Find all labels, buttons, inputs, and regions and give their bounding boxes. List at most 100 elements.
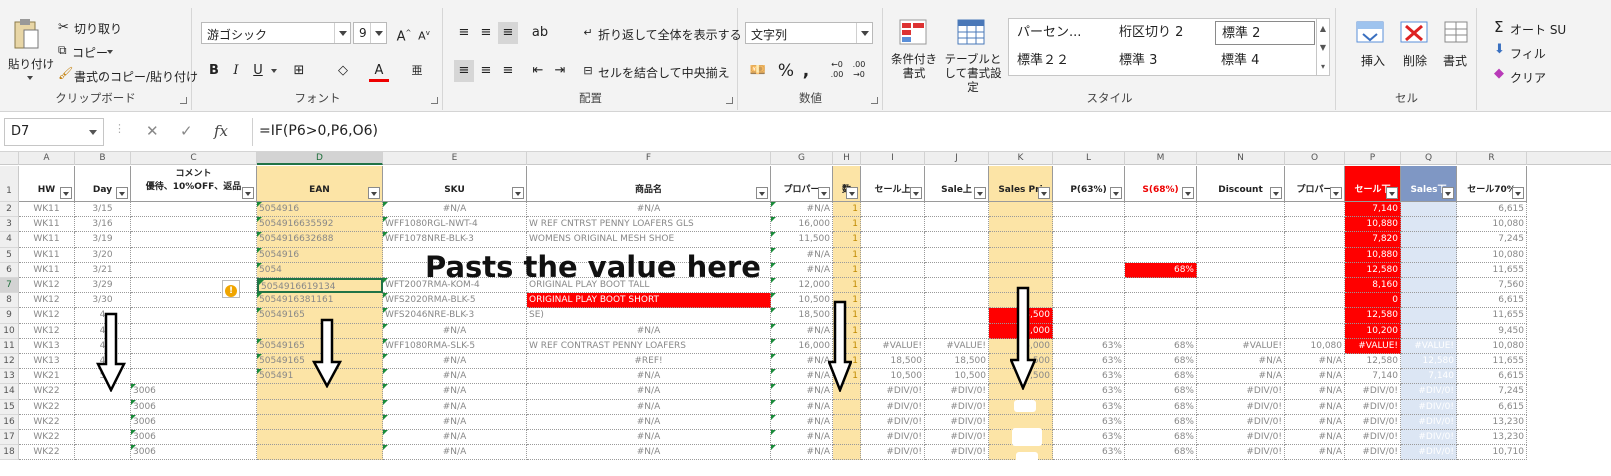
column-header-e[interactable]: E xyxy=(383,152,527,165)
copy-caret-icon[interactable] xyxy=(104,44,113,58)
align-top-icon[interactable]: ≡ xyxy=(454,22,474,44)
cell-c3[interactable] xyxy=(131,217,257,233)
cell-e9[interactable]: WFS2046NRE-BLK-3 xyxy=(383,308,527,324)
cell-p12[interactable]: 12,580 xyxy=(1345,354,1401,370)
filter-dropdown-icon[interactable] xyxy=(1182,187,1194,199)
font-launcher-icon[interactable] xyxy=(431,97,438,104)
cell-e12[interactable]: #N/A xyxy=(383,354,527,370)
cell-n3[interactable] xyxy=(1197,217,1285,233)
cell-j17[interactable]: #DIV/0! xyxy=(925,430,989,446)
cell-m18[interactable]: 68% xyxy=(1125,445,1197,461)
cell-r14[interactable]: 7,245 xyxy=(1457,384,1527,400)
cell-r6[interactable]: 11,655 xyxy=(1457,262,1527,278)
cell-r5[interactable]: 10,080 xyxy=(1457,247,1527,263)
cell-c12[interactable] xyxy=(131,354,257,370)
cell-r10[interactable]: 9,450 xyxy=(1457,323,1527,339)
cell-i16[interactable]: #DIV/0! xyxy=(861,414,925,430)
cell-o18[interactable]: #N/A xyxy=(1285,445,1345,461)
cell-d5[interactable]: 5054916 xyxy=(257,247,383,263)
column-header-l[interactable]: L xyxy=(1053,152,1125,165)
header-cell-i[interactable]: セール上 xyxy=(861,166,925,202)
cell-a15[interactable]: WK22 xyxy=(19,399,75,415)
cell-l3[interactable] xyxy=(1053,217,1125,233)
cell-i10[interactable] xyxy=(861,323,925,339)
cell-f9[interactable]: SE) xyxy=(527,308,771,324)
cell-r4[interactable]: 7,245 xyxy=(1457,232,1527,248)
cell-p16[interactable]: #DIV/0! xyxy=(1345,414,1401,430)
cell-p10[interactable]: 10,200 xyxy=(1345,323,1401,339)
cell-q4[interactable] xyxy=(1401,232,1457,248)
cell-g8[interactable]: 10,500 xyxy=(771,293,833,309)
row-header[interactable]: 17 xyxy=(0,430,19,446)
format-cells-icon[interactable] xyxy=(1441,18,1471,46)
cell-o16[interactable]: #N/A xyxy=(1285,414,1345,430)
cell-j3[interactable] xyxy=(925,217,989,233)
row-header[interactable]: 5 xyxy=(0,247,19,263)
cell-a11[interactable]: WK13 xyxy=(19,338,75,354)
cell-k2[interactable] xyxy=(989,202,1053,218)
cell-m16[interactable]: 68% xyxy=(1125,414,1197,430)
row-header[interactable]: 11 xyxy=(0,338,19,354)
decrease-decimal-icon[interactable]: .00 →0 xyxy=(849,60,869,82)
cell-b15[interactable] xyxy=(75,399,131,415)
borders-icon[interactable]: ⊞ xyxy=(289,60,309,82)
cell-l10[interactable] xyxy=(1053,323,1125,339)
conditional-formatting-icon[interactable] xyxy=(898,18,928,46)
cell-g15[interactable]: #N/A xyxy=(771,399,833,415)
gallery-scroll[interactable]: ▲ ▼ ▾ xyxy=(1316,18,1330,76)
filter-dropdown-icon[interactable] xyxy=(116,187,128,199)
cell-a12[interactable]: WK13 xyxy=(19,354,75,370)
filter-dropdown-icon[interactable] xyxy=(1270,187,1282,199)
underline-caret-icon[interactable] xyxy=(267,60,277,82)
cell-o10[interactable] xyxy=(1285,323,1345,339)
wrap-text-button[interactable]: 折り返して全体を表示する xyxy=(598,26,742,43)
cell-n8[interactable] xyxy=(1197,293,1285,309)
cell-o12[interactable]: #N/A xyxy=(1285,354,1345,370)
cell-g2[interactable]: #N/A xyxy=(771,202,833,218)
cell-n9[interactable] xyxy=(1197,308,1285,324)
cell-i4[interactable] xyxy=(861,232,925,248)
cell-g3[interactable]: 16,000 xyxy=(771,217,833,233)
cell-a14[interactable]: WK22 xyxy=(19,384,75,400)
font-color-icon[interactable]: A xyxy=(369,60,389,82)
cell-a4[interactable]: WK11 xyxy=(19,232,75,248)
increase-indent-icon[interactable]: ⇥ xyxy=(550,60,570,82)
spreadsheet-grid[interactable]: ABCDEFGHIJKLMNOPQR 1 HW Day コメント 優待、10%OFF、返… xyxy=(0,152,1611,476)
cell-m3[interactable] xyxy=(1125,217,1197,233)
align-right-icon[interactable]: ≡ xyxy=(498,60,518,82)
cell-n16[interactable]: #DIV/0! xyxy=(1197,414,1285,430)
cell-o11[interactable]: 10,080 xyxy=(1285,338,1345,354)
cell-g4[interactable]: 11,500 xyxy=(771,232,833,248)
cell-r15[interactable]: 6,615 xyxy=(1457,399,1527,415)
cell-p9[interactable]: 12,580 xyxy=(1345,308,1401,324)
row-header[interactable]: 18 xyxy=(0,445,19,461)
row-header[interactable]: 15 xyxy=(0,399,19,415)
cell-d3[interactable]: 5054916635592 xyxy=(257,217,383,233)
cell-l8[interactable] xyxy=(1053,293,1125,309)
cell-p6[interactable]: 12,580 xyxy=(1345,262,1401,278)
cell-q18[interactable]: #DIV/0! xyxy=(1401,445,1457,461)
cell-q2[interactable] xyxy=(1401,202,1457,218)
cell-r8[interactable]: 6,615 xyxy=(1457,293,1527,309)
cell-q15[interactable]: #DIV/0! xyxy=(1401,399,1457,415)
row-header[interactable]: 3 xyxy=(0,217,19,233)
cell-l7[interactable] xyxy=(1053,278,1125,294)
cell-q7[interactable] xyxy=(1401,278,1457,294)
cell-f16[interactable]: #N/A xyxy=(527,414,771,430)
cell-i2[interactable] xyxy=(861,202,925,218)
number-format-dropdown-icon[interactable] xyxy=(856,23,872,43)
clear-button[interactable]: クリア xyxy=(1510,69,1546,86)
cell-h7[interactable]: 1 xyxy=(833,278,861,294)
header-cell-f[interactable]: 商品名 xyxy=(527,166,771,202)
cancel-icon[interactable]: ✕ xyxy=(146,122,159,140)
number-launcher-icon[interactable] xyxy=(871,97,878,104)
header-cell-l[interactable]: P(63%) xyxy=(1053,166,1125,202)
phonetic-icon[interactable]: 亜 xyxy=(407,60,427,82)
cell-m17[interactable]: 68% xyxy=(1125,430,1197,446)
cell-p18[interactable]: #DIV/0! xyxy=(1345,445,1401,461)
cell-o3[interactable] xyxy=(1285,217,1345,233)
cut-button[interactable]: 切り取り xyxy=(74,20,122,37)
style-normal-3[interactable]: 標準 3 xyxy=(1113,49,1213,73)
cell-e3[interactable]: WFF1080RGL-NWT-4 xyxy=(383,217,527,233)
column-header-m[interactable]: M xyxy=(1125,152,1197,165)
